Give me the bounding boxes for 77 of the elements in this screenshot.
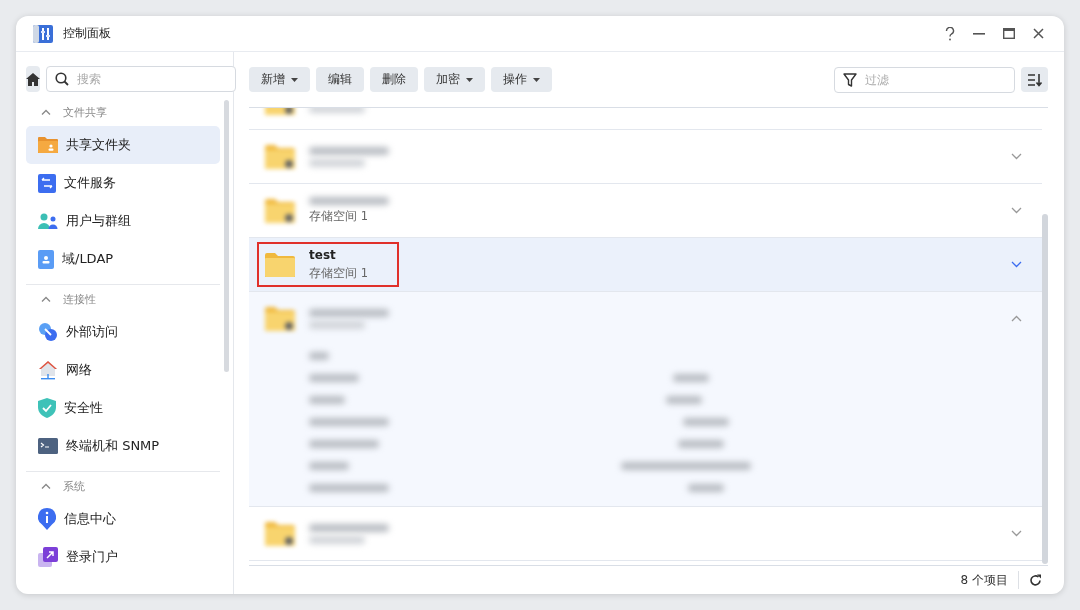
home-icon [26, 72, 40, 86]
transfer-icon [38, 173, 56, 193]
blurred-text [309, 373, 359, 382]
sidebar-item[interactable]: 域/LDAP [26, 240, 220, 278]
folder-icon [265, 144, 295, 169]
caret-icon [533, 77, 540, 82]
chevron-icon [41, 109, 51, 115]
section-header[interactable]: 文件共享 [26, 98, 220, 126]
expand-icon[interactable] [1011, 261, 1022, 268]
item-count: 8 个项目 [960, 571, 1008, 589]
house-icon [38, 360, 58, 380]
users-icon [38, 213, 58, 229]
blurred-text [687, 483, 724, 492]
info-icon [38, 508, 56, 530]
sidebar-item[interactable]: 共享文件夹 [26, 126, 220, 164]
folder-location: 存储空间 1 [309, 266, 369, 281]
refresh-icon[interactable] [1029, 573, 1042, 587]
sidebar-item[interactable]: 用户与群组 [26, 202, 220, 240]
blurred-text [309, 461, 349, 470]
app-icon [33, 23, 53, 44]
chevron-icon [41, 483, 51, 489]
folder-icon [265, 198, 295, 223]
link-icon [38, 322, 58, 342]
sidebar-item[interactable]: 网络 [26, 351, 220, 389]
toolbar-button[interactable]: 新增 [249, 67, 310, 92]
filter-field[interactable]: 过滤 [834, 66, 1015, 93]
blurred-text [309, 439, 379, 448]
expand-icon[interactable] [1011, 207, 1022, 214]
toolbar-button[interactable]: 加密 [424, 67, 485, 92]
chevron-icon [41, 296, 51, 302]
expand-icon[interactable] [1011, 530, 1022, 537]
folder-icon [38, 136, 58, 154]
help-icon[interactable] [945, 26, 955, 41]
folder-row[interactable]: test 存储空间 1 [249, 238, 1042, 292]
blurred-text [677, 439, 724, 448]
sidebar-item[interactable]: 终端机和 SNMP [26, 427, 220, 465]
sidebar-item[interactable]: 外部访问 [26, 313, 220, 351]
folder-icon [265, 306, 295, 331]
toolbar-button[interactable]: 编辑 [316, 67, 364, 92]
folder-icon [265, 521, 295, 546]
maximize-icon[interactable] [1003, 28, 1015, 39]
blurred-text [309, 395, 345, 404]
window-title: 控制面板 [63, 25, 111, 42]
blurred-text [682, 417, 729, 426]
search-field[interactable]: 搜索 [46, 66, 236, 92]
blurred-text [309, 158, 365, 167]
home-button[interactable] [26, 66, 40, 92]
sidebar-item[interactable]: 登录门户 [26, 538, 220, 576]
toolbar-button[interactable]: 操作 [491, 67, 552, 92]
folder-icon [265, 252, 295, 277]
sidebar-item[interactable]: 安全性 [26, 389, 220, 427]
folder-location: 存储空间 1 [309, 209, 369, 224]
filter-icon [843, 72, 857, 87]
collapse-icon[interactable] [1011, 315, 1022, 322]
terminal-icon [38, 438, 58, 454]
sort-button[interactable] [1021, 67, 1048, 92]
caret-icon [291, 77, 298, 82]
blurred-text [665, 395, 702, 404]
blurred-text [672, 373, 709, 382]
search-icon [55, 72, 69, 86]
caret-icon [466, 77, 473, 82]
minimize-icon[interactable] [973, 32, 985, 35]
sidebar-item[interactable]: 信息中心 [26, 500, 220, 538]
sidebar-item[interactable]: 文件服务 [26, 164, 220, 202]
sort-icon [1026, 72, 1043, 87]
blurred-text [309, 320, 365, 329]
section-header[interactable]: 系统 [26, 472, 220, 500]
expand-icon[interactable] [1011, 153, 1022, 160]
shield-icon [38, 398, 56, 418]
folder-name: test [309, 248, 337, 262]
blurred-text [309, 351, 329, 360]
portal-icon [38, 547, 58, 567]
contact-card-icon [38, 249, 54, 269]
toolbar-button[interactable]: 删除 [370, 67, 418, 92]
blurred-text [309, 535, 365, 544]
close-icon[interactable] [1033, 28, 1044, 39]
section-header[interactable]: 连接性 [26, 285, 220, 313]
